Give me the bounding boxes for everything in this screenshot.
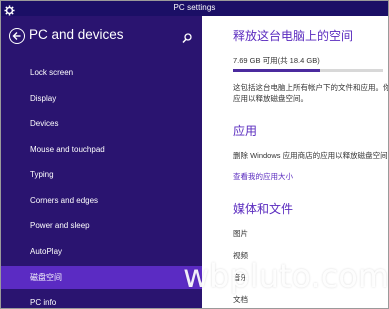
pane-header: PC and devices: [1, 16, 202, 56]
pc-settings-window: PC settings PC and devices Lock screen D…: [0, 0, 389, 309]
description-line: 这包括这台电脑上所有帐户下的文件和应用。你: [233, 83, 388, 92]
nav-item-label: Corners and edges: [30, 195, 99, 205]
description-line: 应用以释放磁盘空间。: [233, 94, 308, 103]
nav-item-label: Display: [30, 93, 57, 103]
storage-usage-fill: [233, 69, 320, 72]
nav-item-lock-screen[interactable]: Lock screen: [1, 62, 202, 85]
nav-item-corners-and-edges[interactable]: Corners and edges: [1, 190, 202, 213]
nav-item-label: AutoPlay: [30, 246, 63, 256]
window-title: PC settings: [173, 3, 216, 12]
nav-item-label: PC info: [30, 297, 57, 307]
left-pane: PC and devices Lock screen Display Devic…: [1, 16, 202, 309]
page-title: PC and devices: [29, 27, 124, 42]
nav-item-label: Lock screen: [30, 68, 74, 77]
view-app-sizes-link[interactable]: 查看我的应用大小: [233, 171, 293, 182]
nav-item-disk-space[interactable]: 磁盘空间: [1, 266, 202, 289]
section-heading-apps: 应用: [233, 124, 258, 138]
back-arrow-icon[interactable]: [9, 28, 25, 44]
nav-item-label: Typing: [30, 170, 54, 179]
section-heading-media: 媒体和文件: [233, 202, 294, 216]
watermark: wbpluto.com: [183, 257, 389, 295]
nav-item-label: Devices: [30, 119, 59, 128]
media-item-documents: 文档: [233, 295, 248, 304]
nav-item-power-and-sleep[interactable]: Power and sleep: [1, 215, 202, 238]
nav-item-mouse-and-touchpad[interactable]: Mouse and touchpad: [1, 139, 202, 162]
nav-item-pc-info[interactable]: PC info: [1, 292, 202, 309]
search-icon[interactable]: [181, 31, 193, 44]
nav-item-label: Mouse and touchpad: [30, 144, 105, 154]
title-bar: PC settings: [1, 1, 388, 16]
nav-item-label: 磁盘空间: [30, 273, 62, 282]
section-heading-free-space: 释放这台电脑上的空间: [233, 29, 354, 43]
nav-item-typing[interactable]: Typing: [1, 164, 202, 187]
nav-item-display[interactable]: Display: [1, 88, 202, 111]
storage-summary: 7.69 GB 可用(共 18.4 GB): [233, 56, 320, 65]
storage-usage-bar: [233, 69, 383, 72]
nav-item-autoplay[interactable]: AutoPlay: [1, 241, 202, 264]
media-item-pictures: 图片: [233, 229, 248, 238]
storage-description: 这包括这台电脑上所有帐户下的文件和应用。你 应用以释放磁盘空间。: [233, 82, 388, 104]
apps-description: 删除 Windows 应用商店的应用以释放磁盘空间: [233, 151, 388, 160]
nav-item-devices[interactable]: Devices: [1, 113, 202, 136]
nav-item-label: Power and sleep: [30, 221, 90, 230]
